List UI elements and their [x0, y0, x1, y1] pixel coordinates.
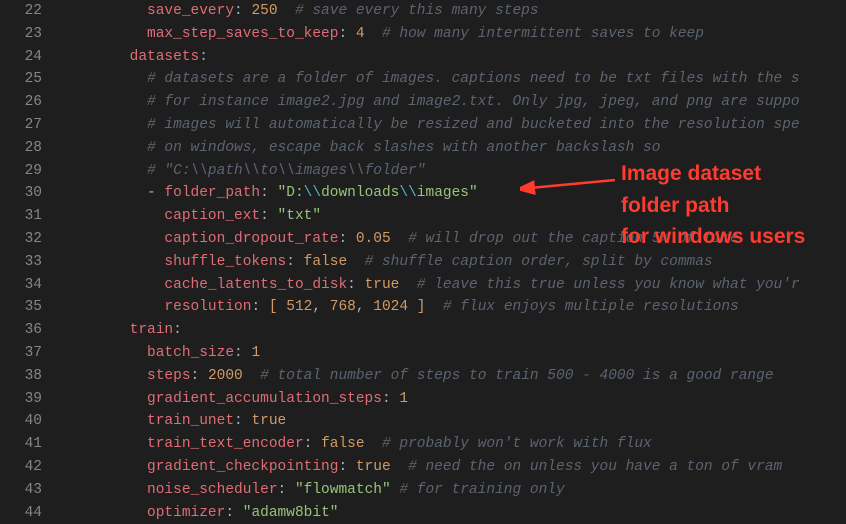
line-number: 23: [8, 23, 42, 46]
code-line[interactable]: save_every: 250 # save every this many s…: [60, 0, 838, 23]
line-number: 35: [8, 296, 42, 319]
line-number: 33: [8, 251, 42, 274]
line-number: 31: [8, 205, 42, 228]
code-line[interactable]: train_text_encoder: false # probably won…: [60, 433, 838, 456]
code-line[interactable]: - folder_path: "D:\\downloads\\images": [60, 182, 838, 205]
code-line[interactable]: # on windows, escape back slashes with a…: [60, 137, 838, 160]
code-line[interactable]: cache_latents_to_disk: true # leave this…: [60, 274, 838, 297]
line-number: 39: [8, 388, 42, 411]
code-line[interactable]: shuffle_tokens: false # shuffle caption …: [60, 251, 838, 274]
line-number: 25: [8, 68, 42, 91]
line-number: 22: [8, 0, 42, 23]
line-number: 34: [8, 274, 42, 297]
code-line[interactable]: steps: 2000 # total number of steps to t…: [60, 365, 838, 388]
line-number: 29: [8, 160, 42, 183]
line-number: 27: [8, 114, 42, 137]
line-number: 44: [8, 502, 42, 524]
line-number: 30: [8, 182, 42, 205]
code-line[interactable]: gradient_accumulation_steps: 1: [60, 388, 838, 411]
code-line[interactable]: caption_ext: "txt": [60, 205, 838, 228]
line-number-gutter: 2223242526272829303132333435363738394041…: [0, 0, 60, 508]
code-line[interactable]: gradient_checkpointing: true # need the …: [60, 456, 838, 479]
code-line[interactable]: train:: [60, 319, 838, 342]
code-editor[interactable]: 2223242526272829303132333435363738394041…: [0, 0, 846, 508]
code-line[interactable]: # "C:\\path\\to\\images\\folder": [60, 160, 838, 183]
line-number: 36: [8, 319, 42, 342]
code-line[interactable]: train_unet: true: [60, 410, 838, 433]
code-line[interactable]: # for instance image2.jpg and image2.txt…: [60, 91, 838, 114]
code-line[interactable]: # datasets are a folder of images. capti…: [60, 68, 838, 91]
line-number: 41: [8, 433, 42, 456]
code-line[interactable]: resolution: [ 512, 768, 1024 ] # flux en…: [60, 296, 838, 319]
code-line[interactable]: noise_scheduler: "flowmatch" # for train…: [60, 479, 838, 502]
line-number: 32: [8, 228, 42, 251]
line-number: 38: [8, 365, 42, 388]
code-line[interactable]: datasets:: [60, 46, 838, 69]
line-number: 24: [8, 46, 42, 69]
code-content[interactable]: save_every: 250 # save every this many s…: [60, 0, 846, 508]
code-line[interactable]: batch_size: 1: [60, 342, 838, 365]
line-number: 26: [8, 91, 42, 114]
code-line[interactable]: caption_dropout_rate: 0.05 # will drop o…: [60, 228, 838, 251]
line-number: 28: [8, 137, 42, 160]
line-number: 42: [8, 456, 42, 479]
line-number: 37: [8, 342, 42, 365]
code-line[interactable]: # images will automatically be resized a…: [60, 114, 838, 137]
line-number: 40: [8, 410, 42, 433]
code-line[interactable]: optimizer: "adamw8bit": [60, 502, 838, 524]
line-number: 43: [8, 479, 42, 502]
code-line[interactable]: max_step_saves_to_keep: 4 # how many int…: [60, 23, 838, 46]
